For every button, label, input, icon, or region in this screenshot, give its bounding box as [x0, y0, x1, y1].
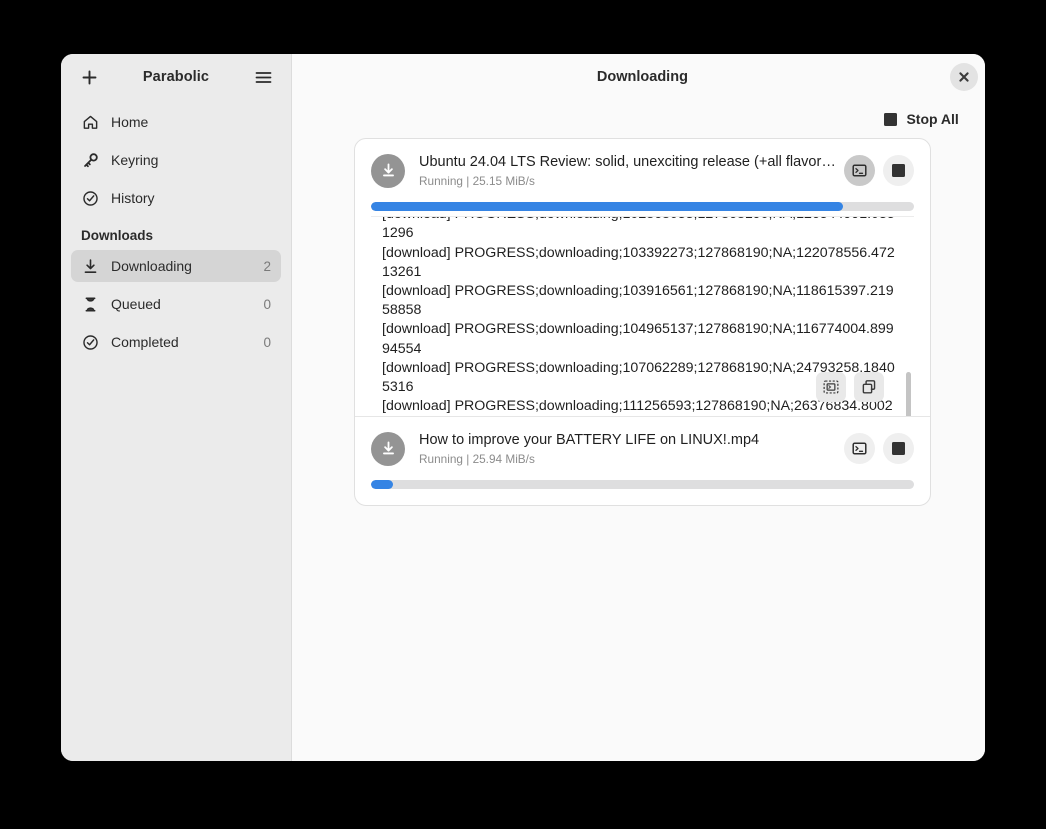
sidebar-item-keyring[interactable]: Keyring: [71, 144, 281, 176]
home-icon: [81, 113, 99, 131]
sidebar-item-count: 2: [263, 258, 271, 274]
key-icon: [81, 151, 99, 169]
check-circle-icon: [81, 333, 99, 351]
download-progress-fill: [371, 480, 393, 490]
download-status: Running | 25.15 MiB/s: [419, 174, 535, 189]
sidebar-item-count: 0: [263, 296, 271, 312]
sidebar-item-history[interactable]: History: [71, 182, 281, 214]
download-arrow-icon: [81, 257, 99, 275]
add-download-button[interactable]: [75, 63, 103, 91]
sidebar-item-count: 0: [263, 334, 271, 350]
sidebar-item-queued[interactable]: Queued 0: [71, 288, 281, 320]
app-title: Parabolic: [142, 69, 210, 85]
sidebar-item-home[interactable]: Home: [71, 106, 281, 138]
app-window: Parabolic Home Keyring History Downloads…: [61, 54, 985, 761]
sidebar-nav-list: Home Keyring History Downloads Downloadi…: [61, 100, 291, 364]
download-progress-fill: [371, 202, 844, 212]
copy-icon: [862, 380, 876, 394]
main-menu-button[interactable]: [249, 63, 277, 91]
download-item-actions: [843, 155, 914, 187]
sidebar-item-downloading[interactable]: Downloading 2: [71, 250, 281, 282]
sidebar-item-label: Home: [111, 114, 149, 130]
select-all-icon: [823, 380, 839, 394]
download-circle-icon: [371, 153, 405, 188]
sidebar-item-label: Keyring: [111, 152, 159, 168]
download-item: How to improve your BATTERY LIFE on LINU…: [355, 417, 930, 505]
sidebar: Parabolic Home Keyring History Downloads…: [61, 54, 292, 761]
select-all-log-button[interactable]: [815, 372, 846, 403]
close-icon: [959, 72, 969, 82]
download-log-console[interactable]: [download] PROGRESS;downloading;10286803…: [371, 216, 914, 417]
card-bottom-padding: [371, 489, 914, 505]
download-item-header: How to improve your BATTERY LIFE on LINU…: [371, 431, 914, 466]
download-title: How to improve your BATTERY LIFE on LINU…: [419, 432, 760, 449]
stop-all-label: Stop All: [906, 111, 959, 127]
sidebar-item-label: Downloading: [111, 258, 192, 274]
download-circle-icon: [371, 431, 405, 466]
download-item-meta: How to improve your BATTERY LIFE on LINU…: [419, 431, 836, 466]
clock-check-icon: [81, 189, 99, 207]
download-item-header: Ubuntu 24.04 LTS Review: solid, unexciti…: [371, 153, 914, 188]
stop-square-icon: [891, 442, 905, 456]
log-scrollbar-thumb[interactable]: [905, 372, 911, 417]
sidebar-item-label: History: [111, 190, 155, 206]
download-item: Ubuntu 24.04 LTS Review: solid, unexciti…: [355, 139, 930, 417]
toggle-log-button[interactable]: [843, 155, 875, 187]
downloads-list-area: Ubuntu 24.04 LTS Review: solid, unexciti…: [292, 138, 985, 761]
copy-log-button[interactable]: [853, 372, 884, 403]
log-scrollbar[interactable]: [905, 217, 911, 417]
terminal-icon: [852, 442, 867, 455]
stop-download-button[interactable]: [882, 433, 914, 465]
download-item-actions: [843, 433, 914, 465]
log-line: [download] PROGRESS;downloading;10286803…: [382, 217, 895, 242]
close-window-button[interactable]: [949, 63, 978, 91]
page-title: Downloading: [596, 69, 688, 85]
main-content: Downloading Stop All Ubuntu 24.04 LTS Re…: [292, 54, 985, 761]
sidebar-item-label: Completed: [111, 334, 179, 350]
stop-download-button[interactable]: [882, 155, 914, 187]
download-status: Running | 25.94 MiB/s: [419, 452, 535, 467]
download-item-meta: Ubuntu 24.04 LTS Review: solid, unexciti…: [419, 153, 836, 188]
log-action-buttons: [815, 372, 884, 403]
log-line: [download] PROGRESS;downloading;10391656…: [382, 282, 894, 319]
sidebar-section-downloads: Downloads: [81, 228, 154, 243]
stop-all-button[interactable]: Stop All: [878, 107, 964, 131]
plus-icon: [82, 70, 96, 84]
terminal-icon: [852, 164, 867, 177]
toolbar: Stop All: [292, 100, 985, 138]
toggle-log-button[interactable]: [843, 433, 875, 465]
sidebar-header: Parabolic: [61, 54, 291, 100]
main-header: Downloading: [292, 54, 985, 100]
stop-square-icon: [884, 112, 898, 126]
download-progress-bar[interactable]: [371, 480, 914, 490]
hamburger-menu-icon: [255, 71, 271, 83]
download-progress-bar[interactable]: [371, 202, 914, 212]
download-title: Ubuntu 24.04 LTS Review: solid, unexciti…: [419, 154, 836, 170]
sidebar-item-label: Queued: [111, 296, 161, 312]
log-line: [download] PROGRESS;downloading;10339227…: [382, 244, 895, 280]
stop-square-icon: [891, 164, 905, 178]
sidebar-item-completed[interactable]: Completed 0: [71, 326, 281, 358]
downloads-card-group: Ubuntu 24.04 LTS Review: solid, unexciti…: [354, 138, 931, 507]
hourglass-icon: [81, 295, 99, 313]
log-line: [download] PROGRESS;downloading;10496513…: [382, 321, 894, 357]
